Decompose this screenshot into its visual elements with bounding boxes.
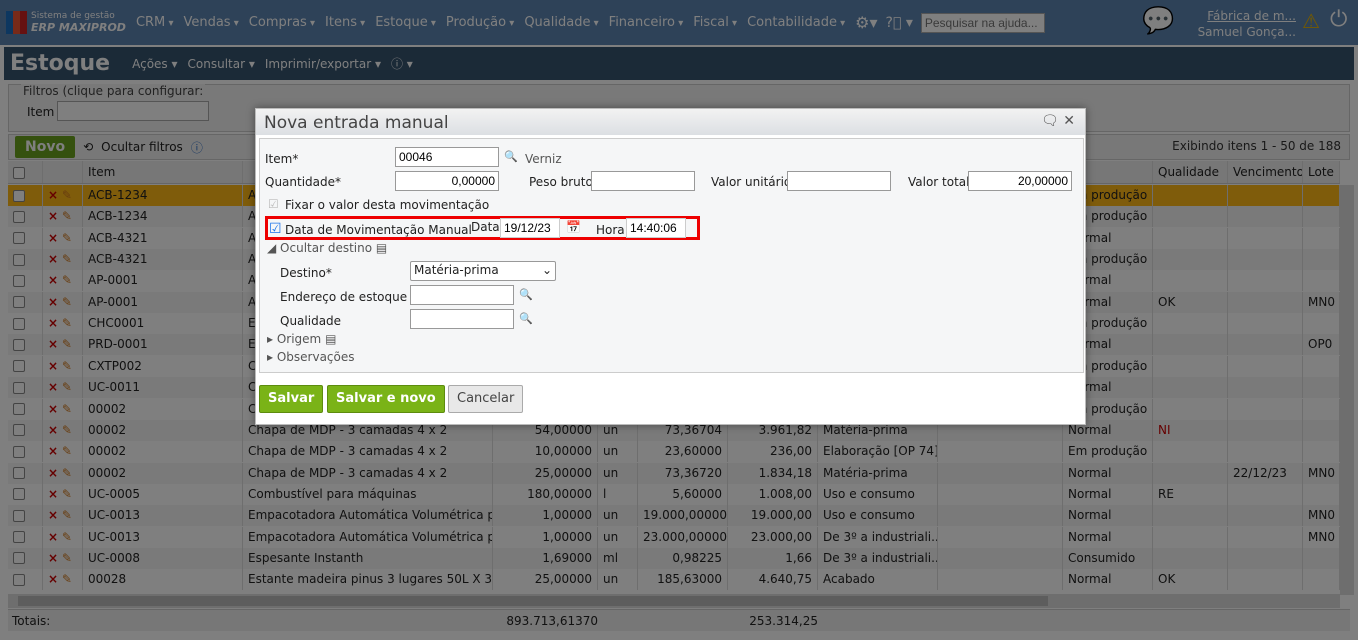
date-label: Data xyxy=(471,220,500,234)
save-button[interactable]: Salvar xyxy=(259,385,324,413)
search-icon[interactable]: 🔍 xyxy=(519,288,533,301)
dialog-title: Nova entrada manual xyxy=(256,109,1085,135)
comment-icon[interactable]: 🗨 xyxy=(1041,113,1059,129)
destination-label: Destino* xyxy=(280,266,332,280)
time-input[interactable] xyxy=(626,218,686,238)
chevron-down-icon: ⌄ xyxy=(541,263,552,277)
unit-value-input[interactable] xyxy=(787,171,891,191)
item-input[interactable] xyxy=(395,147,499,167)
hide-destination-label: Ocultar destino xyxy=(280,241,373,255)
total-value-label: Valor total xyxy=(908,175,970,189)
notes-toggle[interactable]: ▸ Observações xyxy=(267,350,355,364)
time-label: Hora xyxy=(596,223,625,237)
cancel-button[interactable]: Cancelar xyxy=(448,385,524,413)
origin-toggle[interactable]: ▸ Origem ▤ xyxy=(267,332,336,346)
quality-input[interactable] xyxy=(410,309,514,329)
dialog-controls: 🗨 ✕ xyxy=(1041,113,1075,129)
stock-address-label: Endereço de estoque xyxy=(280,290,408,304)
calendar-icon[interactable]: 📅 xyxy=(566,220,581,234)
manual-date-label: Data de Movimentação Manual xyxy=(285,223,472,237)
item-label: Item* xyxy=(265,152,299,166)
notes-label: Observações xyxy=(276,350,355,364)
fix-value-label: Fixar o valor desta movimentação xyxy=(285,198,490,212)
qty-input[interactable] xyxy=(395,171,499,191)
close-icon[interactable]: ✕ xyxy=(1063,113,1075,129)
save-and-new-button[interactable]: Salvar e novo xyxy=(327,385,445,413)
qty-label: Quantidade* xyxy=(265,175,342,189)
manual-date-checkbox[interactable]: ☑ xyxy=(269,221,282,237)
quality-label: Qualidade xyxy=(280,314,342,328)
destination-select[interactable]: Matéria-prima ⌄ xyxy=(410,261,556,281)
destination-value: Matéria-prima xyxy=(414,263,499,277)
total-value-input[interactable] xyxy=(968,171,1072,191)
dialog-form: Item* 🔍 Verniz Quantidade* Peso bruto Va… xyxy=(259,138,1084,373)
unit-value-label: Valor unitário xyxy=(711,175,792,189)
hide-destination-toggle[interactable]: ◢ Ocultar destino ▤ xyxy=(267,241,387,255)
origin-label: Origem xyxy=(276,332,322,346)
search-icon[interactable]: 🔍 xyxy=(504,150,518,163)
search-icon[interactable]: 🔍 xyxy=(519,312,533,325)
fix-value-checkbox[interactable]: ☑ xyxy=(268,197,279,211)
item-name: Verniz xyxy=(525,152,562,166)
date-input[interactable] xyxy=(500,218,560,238)
gross-weight-input[interactable] xyxy=(591,171,695,191)
gross-weight-label: Peso bruto xyxy=(529,175,593,189)
new-manual-entry-dialog: Nova entrada manual 🗨 ✕ Item* 🔍 Verniz Q… xyxy=(255,108,1086,425)
stock-address-input[interactable] xyxy=(410,285,514,305)
